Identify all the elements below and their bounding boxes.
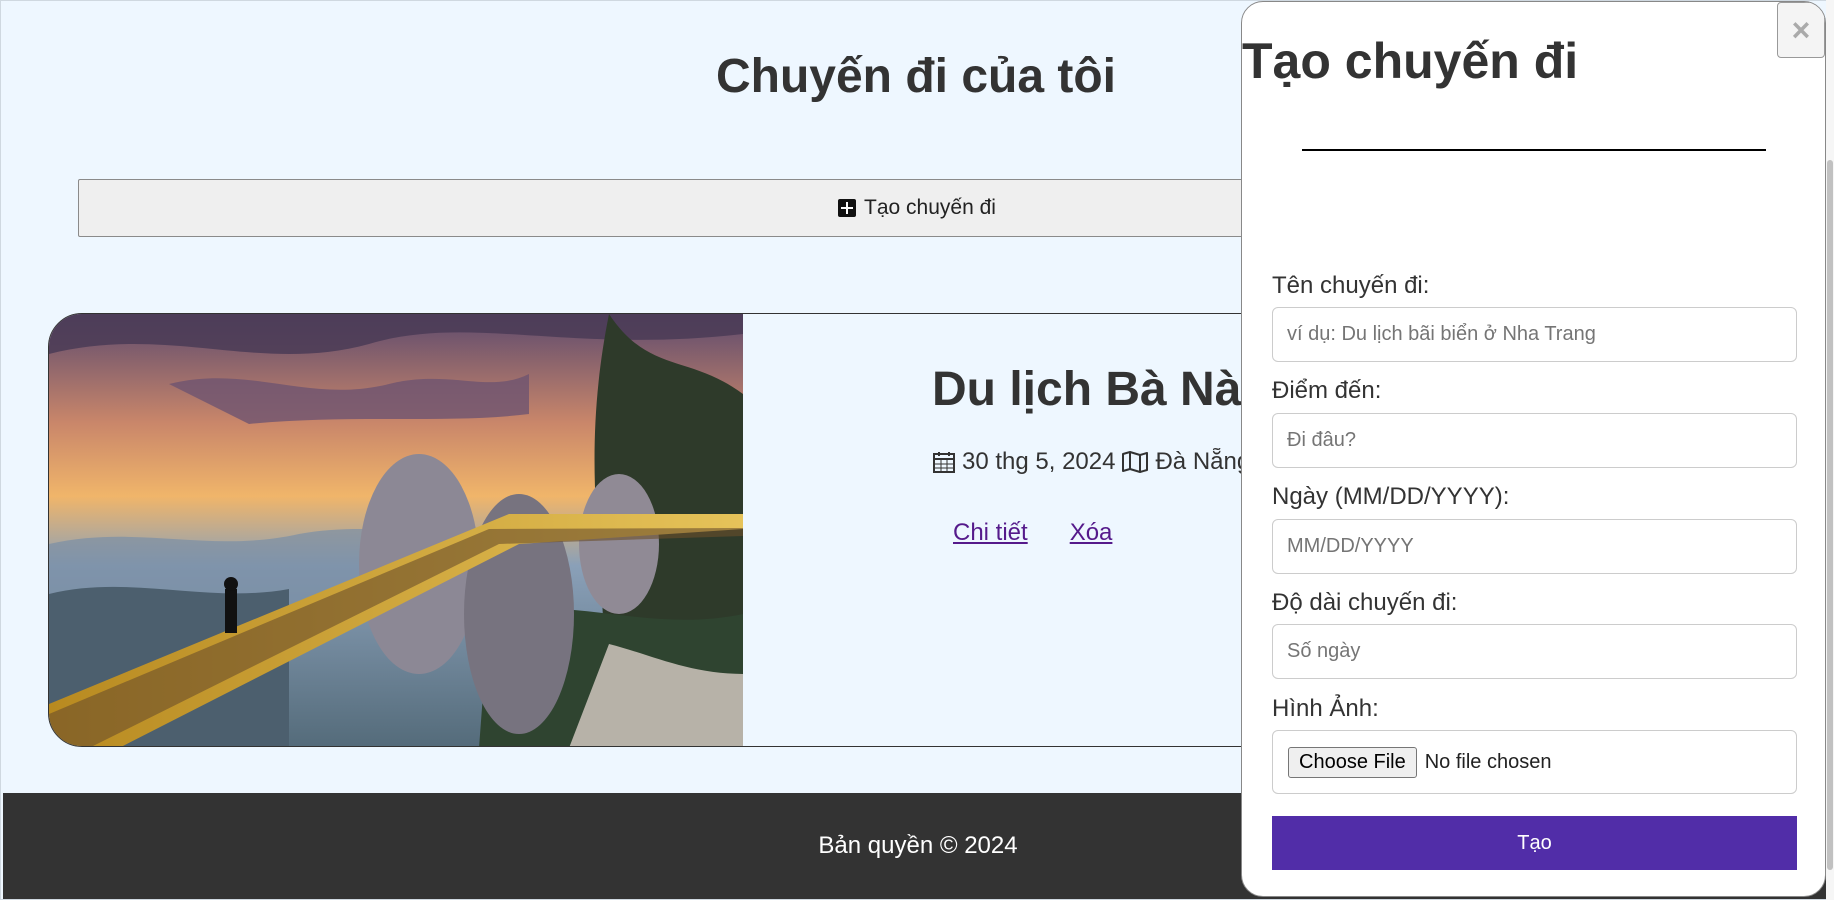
file-status: No file chosen — [1424, 750, 1552, 773]
submit-button[interactable]: Tạo — [1272, 816, 1797, 870]
modal-divider — [1302, 149, 1766, 151]
trip-name-label: Tên chuyến đi: — [1272, 272, 1430, 299]
trip-meta: 30 thg 5, 2024 Đà Nẵng — [932, 448, 1250, 476]
modal-title: Tạo chuyến đi — [1242, 33, 1579, 89]
plus-square-icon — [838, 199, 857, 217]
trip-name-input[interactable] — [1272, 307, 1797, 362]
duration-input[interactable] — [1272, 624, 1797, 679]
scrollbar-thumb[interactable] — [1827, 160, 1833, 870]
calendar-icon — [933, 452, 955, 473]
footer-copyright: Bản quyền © 2024 — [818, 832, 1018, 859]
choose-file-button[interactable]: Choose File — [1288, 746, 1417, 778]
trip-date: 30 thg 5, 2024 — [962, 448, 1116, 475]
trip-image — [49, 314, 743, 746]
create-trip-label: Tạo chuyến đi — [864, 196, 996, 219]
create-trip-modal: Tạo chuyến đi × Tên chuyến đi: Điểm đến:… — [1241, 1, 1826, 897]
date-input[interactable] — [1272, 519, 1797, 574]
image-file-field: Choose File No file chosen — [1272, 730, 1797, 794]
scrollbar[interactable] — [1826, 0, 1834, 900]
date-label: Ngày (MM/DD/YYYY): — [1272, 483, 1510, 510]
duration-label: Độ dài chuyến đi: — [1272, 589, 1458, 616]
close-icon[interactable]: × — [1777, 2, 1825, 58]
destination-label: Điểm đến: — [1272, 377, 1382, 404]
destination-input[interactable] — [1272, 413, 1797, 468]
trip-delete-link[interactable]: Xóa — [1070, 519, 1113, 547]
trip-destination: Đà Nẵng — [1155, 448, 1251, 475]
trip-actions: Chi tiết Xóa — [953, 519, 1112, 547]
trip-details-link[interactable]: Chi tiết — [953, 519, 1028, 547]
map-icon — [1122, 451, 1149, 473]
image-label: Hình Ảnh: — [1272, 695, 1379, 722]
